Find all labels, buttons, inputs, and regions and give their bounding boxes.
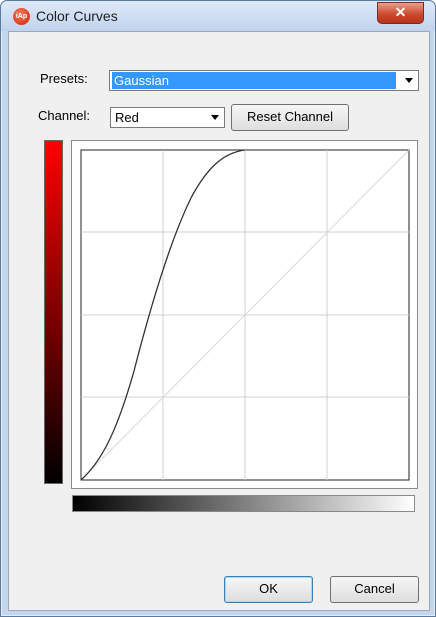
channel-dropdown-button[interactable] [207, 109, 223, 126]
presets-dropdown[interactable]: Gaussian [109, 70, 419, 91]
curve-editor[interactable] [71, 140, 418, 489]
chevron-down-icon [405, 78, 413, 83]
app-icon: iAp [13, 8, 30, 25]
chevron-down-icon [211, 115, 219, 120]
channel-label: Channel: [38, 108, 91, 123]
color-curves-dialog: iAp Color Curves ✕ Presets: Gaussian Cha… [0, 0, 436, 617]
curve-plot-area [80, 149, 410, 481]
curve-canvas[interactable] [72, 141, 417, 488]
close-button[interactable]: ✕ [377, 2, 424, 24]
presets-dropdown-button[interactable] [401, 72, 417, 89]
window-title: Color Curves [36, 8, 118, 24]
presets-value: Gaussian [112, 72, 396, 89]
channel-value: Red [115, 110, 139, 125]
input-gradient [72, 495, 415, 512]
dialog-body: Presets: Gaussian Channel: Red Reset Cha… [8, 31, 430, 611]
close-icon: ✕ [394, 4, 407, 20]
presets-label: Presets: [40, 71, 88, 86]
reset-channel-button[interactable]: Reset Channel [231, 104, 349, 131]
channel-dropdown[interactable]: Red [110, 107, 225, 128]
cancel-button[interactable]: Cancel [330, 576, 419, 603]
ok-button[interactable]: OK [224, 576, 313, 603]
title-bar[interactable]: iAp Color Curves ✕ [1, 1, 435, 31]
channel-output-gradient [44, 140, 63, 484]
